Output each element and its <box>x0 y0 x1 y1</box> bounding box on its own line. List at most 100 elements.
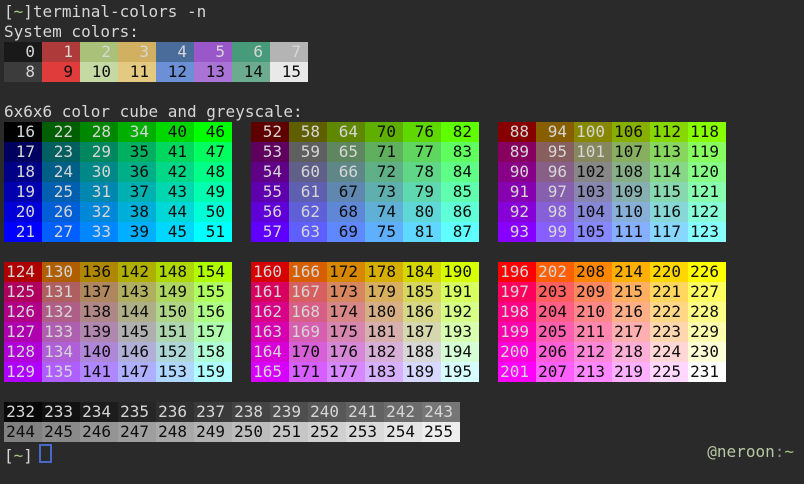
color-cell-83: 83 <box>441 142 479 162</box>
color-cell-38: 38 <box>118 202 156 222</box>
color-cell-0: 0 <box>4 42 42 62</box>
color-cell-228: 228 <box>688 302 726 322</box>
color-cell-183: 183 <box>365 362 403 382</box>
color-cell-111: 111 <box>612 222 650 242</box>
color-cell-154: 154 <box>194 262 232 282</box>
color-cell-63: 63 <box>289 222 327 242</box>
color-cell-189: 189 <box>403 362 441 382</box>
prompt-bracket-open: [ <box>4 446 14 465</box>
color-cell-222: 222 <box>650 302 688 322</box>
color-cell-192: 192 <box>441 302 479 322</box>
color-cell-70: 70 <box>365 122 403 142</box>
color-cell-86: 86 <box>441 202 479 222</box>
color-cell-141: 141 <box>80 362 118 382</box>
color-cell-127: 127 <box>4 322 42 342</box>
greyscale-swatches: 2322332342352362372382392402412422432442… <box>4 402 804 442</box>
terminal-window[interactable]: { "colors": { "background": "#2a2a2a", "… <box>0 0 804 484</box>
color-cell-104: 104 <box>574 202 612 222</box>
color-cell-72: 72 <box>365 162 403 182</box>
color-cell-182: 182 <box>365 342 403 362</box>
cube-block: 8894100106112118899510110711311990961021… <box>498 122 726 242</box>
color-cell-206: 206 <box>536 342 574 362</box>
color-cell-253: 253 <box>346 422 384 442</box>
swatch-row: 199205211217223229 <box>498 322 726 342</box>
color-cell-98: 98 <box>536 202 574 222</box>
color-cell-108: 108 <box>612 162 650 182</box>
color-cell-175: 175 <box>327 322 365 342</box>
color-cell-36: 36 <box>118 162 156 182</box>
color-cell-202: 202 <box>536 262 574 282</box>
swatch-row: 01234567 <box>4 42 804 62</box>
blank-line <box>4 382 804 402</box>
color-cell-191: 191 <box>441 282 479 302</box>
color-cell-225: 225 <box>650 362 688 382</box>
color-cell-162: 162 <box>251 302 289 322</box>
swatch-row: 172329354147 <box>4 142 232 162</box>
color-cell-92: 92 <box>498 202 536 222</box>
command-line: [~]terminal-colors -n <box>4 2 804 22</box>
color-cell-47: 47 <box>194 142 232 162</box>
prompt-left: [~] <box>4 442 52 462</box>
color-cell-132: 132 <box>42 302 80 322</box>
color-cell-176: 176 <box>327 342 365 362</box>
color-cell-204: 204 <box>536 302 574 322</box>
swatch-row: 162168174180186192 <box>251 302 479 322</box>
color-cell-39: 39 <box>118 222 156 242</box>
color-cell-148: 148 <box>156 262 194 282</box>
color-cell-13: 13 <box>194 62 232 82</box>
color-cell-218: 218 <box>612 342 650 362</box>
color-cell-190: 190 <box>441 262 479 282</box>
prompt-home-tilde: ~ <box>14 2 24 21</box>
color-cell-159: 159 <box>194 362 232 382</box>
color-cell-114: 114 <box>650 162 688 182</box>
color-cell-4: 4 <box>156 42 194 62</box>
color-cell-76: 76 <box>403 122 441 142</box>
color-cell-1: 1 <box>42 42 80 62</box>
swatch-row: 535965717783 <box>251 142 479 162</box>
color-cell-81: 81 <box>403 222 441 242</box>
color-cell-116: 116 <box>650 202 688 222</box>
color-cell-121: 121 <box>688 182 726 202</box>
color-cell-164: 164 <box>251 342 289 362</box>
terminal-cursor[interactable] <box>39 444 52 463</box>
prompt-home-tilde: ~ <box>14 446 24 465</box>
color-cell-125: 125 <box>4 282 42 302</box>
swatch-row: 244245246247248249250251252253254255 <box>4 422 804 442</box>
color-cell-195: 195 <box>441 362 479 382</box>
color-cell-157: 157 <box>194 322 232 342</box>
color-cell-186: 186 <box>403 302 441 322</box>
color-cell-233: 233 <box>42 402 80 422</box>
color-cell-214: 214 <box>612 262 650 282</box>
color-cell-234: 234 <box>80 402 118 422</box>
color-cell-199: 199 <box>498 322 536 342</box>
color-cell-29: 29 <box>80 142 118 162</box>
color-cell-165: 165 <box>251 362 289 382</box>
color-cell-42: 42 <box>156 162 194 182</box>
color-cell-67: 67 <box>327 182 365 202</box>
color-cell-109: 109 <box>612 182 650 202</box>
color-cell-12: 12 <box>156 62 194 82</box>
color-cell-211: 211 <box>574 322 612 342</box>
color-cell-248: 248 <box>156 422 194 442</box>
color-cell-51: 51 <box>194 222 232 242</box>
color-cell-21: 21 <box>4 222 42 242</box>
color-cell-64: 64 <box>327 122 365 142</box>
swatch-row: 212733394551 <box>4 222 232 242</box>
swatch-row: 202632384450 <box>4 202 232 222</box>
color-cell-45: 45 <box>156 222 194 242</box>
color-cell-54: 54 <box>251 162 289 182</box>
color-cell-73: 73 <box>365 182 403 202</box>
color-cell-155: 155 <box>194 282 232 302</box>
color-cell-130: 130 <box>42 262 80 282</box>
swatch-row: 200206212218224230 <box>498 342 726 362</box>
color-cell-208: 208 <box>574 262 612 282</box>
color-cell-40: 40 <box>156 122 194 142</box>
color-cell-11: 11 <box>118 62 156 82</box>
swatch-row: 125131137143149155 <box>4 282 232 302</box>
color-cell-203: 203 <box>536 282 574 302</box>
color-cell-126: 126 <box>4 302 42 322</box>
swatch-row: 89101112131415 <box>4 62 804 82</box>
cube-block: 1601661721781841901611671731791851911621… <box>251 262 479 382</box>
color-cell-74: 74 <box>365 202 403 222</box>
color-cell-184: 184 <box>403 262 441 282</box>
